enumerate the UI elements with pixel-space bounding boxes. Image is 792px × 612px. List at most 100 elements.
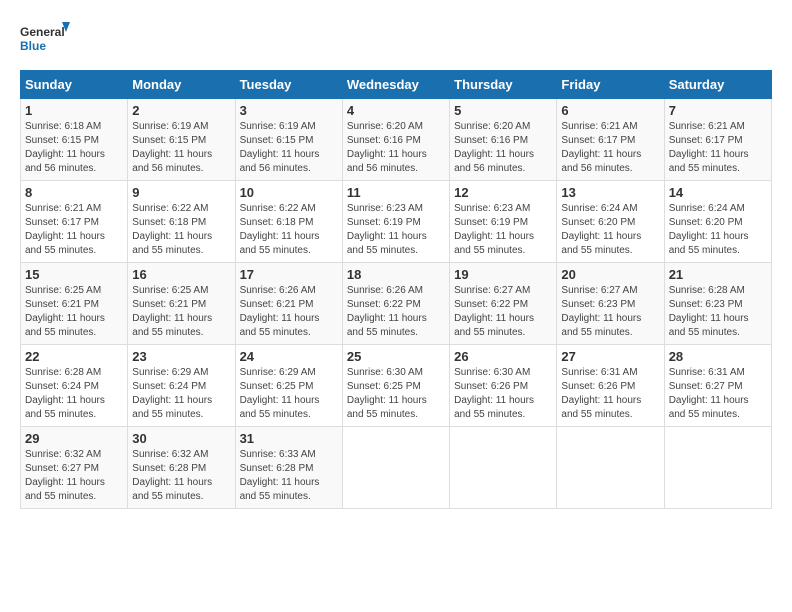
day-info: Sunrise: 6:21 AMSunset: 6:17 PMDaylight:… [25, 202, 123, 258]
day-number: 19 [454, 267, 552, 282]
calendar-cell: 29 Sunrise: 6:32 AMSunset: 6:27 PMDaylig… [21, 427, 128, 509]
day-number: 11 [347, 185, 445, 200]
day-number: 1 [25, 103, 123, 118]
day-number: 29 [25, 431, 123, 446]
day-info: Sunrise: 6:20 AMSunset: 6:16 PMDaylight:… [347, 120, 445, 176]
day-number: 5 [454, 103, 552, 118]
weekday-header-saturday: Saturday [664, 71, 771, 99]
calendar-week-3: 15 Sunrise: 6:25 AMSunset: 6:21 PMDaylig… [21, 263, 772, 345]
calendar-week-5: 29 Sunrise: 6:32 AMSunset: 6:27 PMDaylig… [21, 427, 772, 509]
day-info: Sunrise: 6:27 AMSunset: 6:22 PMDaylight:… [454, 284, 552, 340]
calendar-cell: 8 Sunrise: 6:21 AMSunset: 6:17 PMDayligh… [21, 181, 128, 263]
calendar-cell: 23 Sunrise: 6:29 AMSunset: 6:24 PMDaylig… [128, 345, 235, 427]
day-info: Sunrise: 6:26 AMSunset: 6:22 PMDaylight:… [347, 284, 445, 340]
day-info: Sunrise: 6:20 AMSunset: 6:16 PMDaylight:… [454, 120, 552, 176]
calendar-cell: 14 Sunrise: 6:24 AMSunset: 6:20 PMDaylig… [664, 181, 771, 263]
day-info: Sunrise: 6:23 AMSunset: 6:19 PMDaylight:… [347, 202, 445, 258]
weekday-header-row: SundayMondayTuesdayWednesdayThursdayFrid… [21, 71, 772, 99]
day-info: Sunrise: 6:31 AMSunset: 6:26 PMDaylight:… [561, 366, 659, 422]
day-number: 20 [561, 267, 659, 282]
calendar-cell: 12 Sunrise: 6:23 AMSunset: 6:19 PMDaylig… [450, 181, 557, 263]
calendar-week-2: 8 Sunrise: 6:21 AMSunset: 6:17 PMDayligh… [21, 181, 772, 263]
calendar-cell: 21 Sunrise: 6:28 AMSunset: 6:23 PMDaylig… [664, 263, 771, 345]
day-info: Sunrise: 6:22 AMSunset: 6:18 PMDaylight:… [132, 202, 230, 258]
calendar-body: 1 Sunrise: 6:18 AMSunset: 6:15 PMDayligh… [21, 99, 772, 509]
day-info: Sunrise: 6:25 AMSunset: 6:21 PMDaylight:… [25, 284, 123, 340]
day-number: 30 [132, 431, 230, 446]
calendar-cell [342, 427, 449, 509]
calendar-cell: 27 Sunrise: 6:31 AMSunset: 6:26 PMDaylig… [557, 345, 664, 427]
calendar-week-1: 1 Sunrise: 6:18 AMSunset: 6:15 PMDayligh… [21, 99, 772, 181]
weekday-header-wednesday: Wednesday [342, 71, 449, 99]
calendar-cell: 26 Sunrise: 6:30 AMSunset: 6:26 PMDaylig… [450, 345, 557, 427]
day-info: Sunrise: 6:18 AMSunset: 6:15 PMDaylight:… [25, 120, 123, 176]
day-number: 9 [132, 185, 230, 200]
day-number: 8 [25, 185, 123, 200]
calendar-cell: 25 Sunrise: 6:30 AMSunset: 6:25 PMDaylig… [342, 345, 449, 427]
calendar-cell: 20 Sunrise: 6:27 AMSunset: 6:23 PMDaylig… [557, 263, 664, 345]
calendar-cell: 6 Sunrise: 6:21 AMSunset: 6:17 PMDayligh… [557, 99, 664, 181]
day-info: Sunrise: 6:24 AMSunset: 6:20 PMDaylight:… [561, 202, 659, 258]
day-number: 22 [25, 349, 123, 364]
logo: General Blue [20, 20, 70, 60]
svg-text:Blue: Blue [20, 39, 46, 53]
day-number: 25 [347, 349, 445, 364]
calendar-cell [664, 427, 771, 509]
day-info: Sunrise: 6:32 AMSunset: 6:28 PMDaylight:… [132, 448, 230, 504]
day-number: 24 [240, 349, 338, 364]
weekday-header-thursday: Thursday [450, 71, 557, 99]
calendar-cell: 30 Sunrise: 6:32 AMSunset: 6:28 PMDaylig… [128, 427, 235, 509]
calendar-cell: 3 Sunrise: 6:19 AMSunset: 6:15 PMDayligh… [235, 99, 342, 181]
calendar-table: SundayMondayTuesdayWednesdayThursdayFrid… [20, 70, 772, 509]
day-number: 7 [669, 103, 767, 118]
day-info: Sunrise: 6:22 AMSunset: 6:18 PMDaylight:… [240, 202, 338, 258]
calendar-cell: 5 Sunrise: 6:20 AMSunset: 6:16 PMDayligh… [450, 99, 557, 181]
day-number: 31 [240, 431, 338, 446]
day-info: Sunrise: 6:21 AMSunset: 6:17 PMDaylight:… [669, 120, 767, 176]
weekday-header-monday: Monday [128, 71, 235, 99]
day-number: 13 [561, 185, 659, 200]
day-info: Sunrise: 6:27 AMSunset: 6:23 PMDaylight:… [561, 284, 659, 340]
calendar-week-4: 22 Sunrise: 6:28 AMSunset: 6:24 PMDaylig… [21, 345, 772, 427]
calendar-cell: 1 Sunrise: 6:18 AMSunset: 6:15 PMDayligh… [21, 99, 128, 181]
day-info: Sunrise: 6:28 AMSunset: 6:23 PMDaylight:… [669, 284, 767, 340]
day-number: 12 [454, 185, 552, 200]
svg-text:General: General [20, 25, 65, 39]
calendar-cell: 9 Sunrise: 6:22 AMSunset: 6:18 PMDayligh… [128, 181, 235, 263]
day-info: Sunrise: 6:30 AMSunset: 6:25 PMDaylight:… [347, 366, 445, 422]
day-number: 26 [454, 349, 552, 364]
calendar-cell [557, 427, 664, 509]
day-info: Sunrise: 6:26 AMSunset: 6:21 PMDaylight:… [240, 284, 338, 340]
day-info: Sunrise: 6:32 AMSunset: 6:27 PMDaylight:… [25, 448, 123, 504]
day-info: Sunrise: 6:31 AMSunset: 6:27 PMDaylight:… [669, 366, 767, 422]
header: General Blue [20, 20, 772, 60]
weekday-header-sunday: Sunday [21, 71, 128, 99]
weekday-header-friday: Friday [557, 71, 664, 99]
calendar-cell: 2 Sunrise: 6:19 AMSunset: 6:15 PMDayligh… [128, 99, 235, 181]
day-number: 28 [669, 349, 767, 364]
day-info: Sunrise: 6:33 AMSunset: 6:28 PMDaylight:… [240, 448, 338, 504]
day-info: Sunrise: 6:21 AMSunset: 6:17 PMDaylight:… [561, 120, 659, 176]
day-number: 10 [240, 185, 338, 200]
calendar-cell: 13 Sunrise: 6:24 AMSunset: 6:20 PMDaylig… [557, 181, 664, 263]
day-number: 21 [669, 267, 767, 282]
calendar-cell: 24 Sunrise: 6:29 AMSunset: 6:25 PMDaylig… [235, 345, 342, 427]
weekday-header-tuesday: Tuesday [235, 71, 342, 99]
calendar-cell: 19 Sunrise: 6:27 AMSunset: 6:22 PMDaylig… [450, 263, 557, 345]
calendar-cell [450, 427, 557, 509]
calendar-cell: 22 Sunrise: 6:28 AMSunset: 6:24 PMDaylig… [21, 345, 128, 427]
calendar-cell: 18 Sunrise: 6:26 AMSunset: 6:22 PMDaylig… [342, 263, 449, 345]
calendar-cell: 16 Sunrise: 6:25 AMSunset: 6:21 PMDaylig… [128, 263, 235, 345]
day-info: Sunrise: 6:30 AMSunset: 6:26 PMDaylight:… [454, 366, 552, 422]
day-number: 18 [347, 267, 445, 282]
day-info: Sunrise: 6:23 AMSunset: 6:19 PMDaylight:… [454, 202, 552, 258]
calendar-cell: 11 Sunrise: 6:23 AMSunset: 6:19 PMDaylig… [342, 181, 449, 263]
calendar-cell: 31 Sunrise: 6:33 AMSunset: 6:28 PMDaylig… [235, 427, 342, 509]
day-info: Sunrise: 6:25 AMSunset: 6:21 PMDaylight:… [132, 284, 230, 340]
day-number: 6 [561, 103, 659, 118]
calendar-cell: 4 Sunrise: 6:20 AMSunset: 6:16 PMDayligh… [342, 99, 449, 181]
day-info: Sunrise: 6:29 AMSunset: 6:25 PMDaylight:… [240, 366, 338, 422]
day-number: 17 [240, 267, 338, 282]
day-info: Sunrise: 6:29 AMSunset: 6:24 PMDaylight:… [132, 366, 230, 422]
calendar-cell: 17 Sunrise: 6:26 AMSunset: 6:21 PMDaylig… [235, 263, 342, 345]
